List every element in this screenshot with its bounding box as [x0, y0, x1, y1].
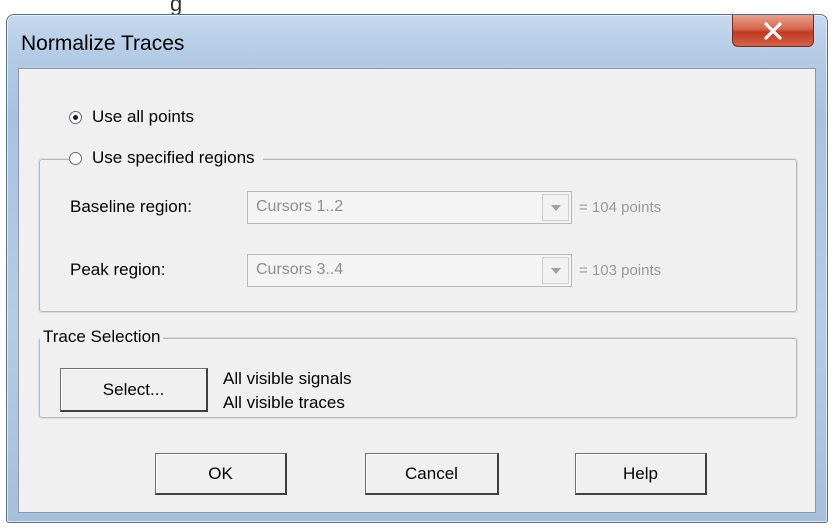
trace-selection-title: Trace Selection: [40, 327, 164, 347]
baseline-region-label: Baseline region:: [70, 197, 192, 216]
chevron-down-icon: [550, 267, 561, 274]
use-all-points-option[interactable]: Use all points: [69, 107, 203, 127]
help-button[interactable]: Help: [575, 453, 707, 495]
chevron-down-icon: [550, 204, 561, 211]
window-title: Normalize Traces: [21, 32, 185, 55]
select-button-label: Select...: [102, 379, 165, 399]
cancel-button-label: Cancel: [405, 463, 458, 483]
use-specified-regions-option[interactable]: Use specified regions: [69, 148, 263, 168]
dialog-client-area: Use all points Use specified regions Bas…: [18, 68, 816, 513]
cancel-button[interactable]: Cancel: [365, 453, 499, 495]
close-button[interactable]: [732, 15, 814, 47]
visible-traces-text: All visible traces: [223, 393, 345, 412]
ok-button[interactable]: OK: [155, 453, 287, 495]
peak-region-label: Peak region:: [70, 260, 166, 279]
visible-signals-text: All visible signals: [223, 369, 352, 388]
ok-button-label: OK: [208, 463, 233, 483]
peak-region-value: Cursors 3..4: [256, 261, 344, 278]
peak-point-count: = 103 points: [579, 262, 662, 279]
baseline-point-count: = 104 points: [579, 199, 662, 216]
specified-regions-group: [38, 158, 798, 313]
select-button[interactable]: Select...: [60, 368, 208, 412]
normalize-traces-dialog: Normalize Traces Use all points Use spec…: [6, 14, 828, 523]
close-icon: [764, 22, 782, 40]
use-all-points-radio[interactable]: [69, 110, 82, 124]
baseline-region-value: Cursors 1..2: [256, 198, 344, 215]
use-specified-regions-radio[interactable]: [69, 151, 82, 165]
use-all-points-label: Use all points: [92, 107, 195, 126]
use-specified-regions-label: Use specified regions: [92, 148, 255, 167]
background-strip: g: [0, 0, 835, 16]
baseline-region-select[interactable]: Cursors 1..2: [247, 191, 572, 224]
title-bar[interactable]: Normalize Traces: [7, 15, 827, 69]
baseline-region-dropdown-button[interactable]: [542, 194, 569, 221]
peak-region-dropdown-button[interactable]: [542, 257, 569, 284]
help-button-label: Help: [623, 463, 658, 483]
peak-region-select[interactable]: Cursors 3..4: [247, 254, 572, 287]
